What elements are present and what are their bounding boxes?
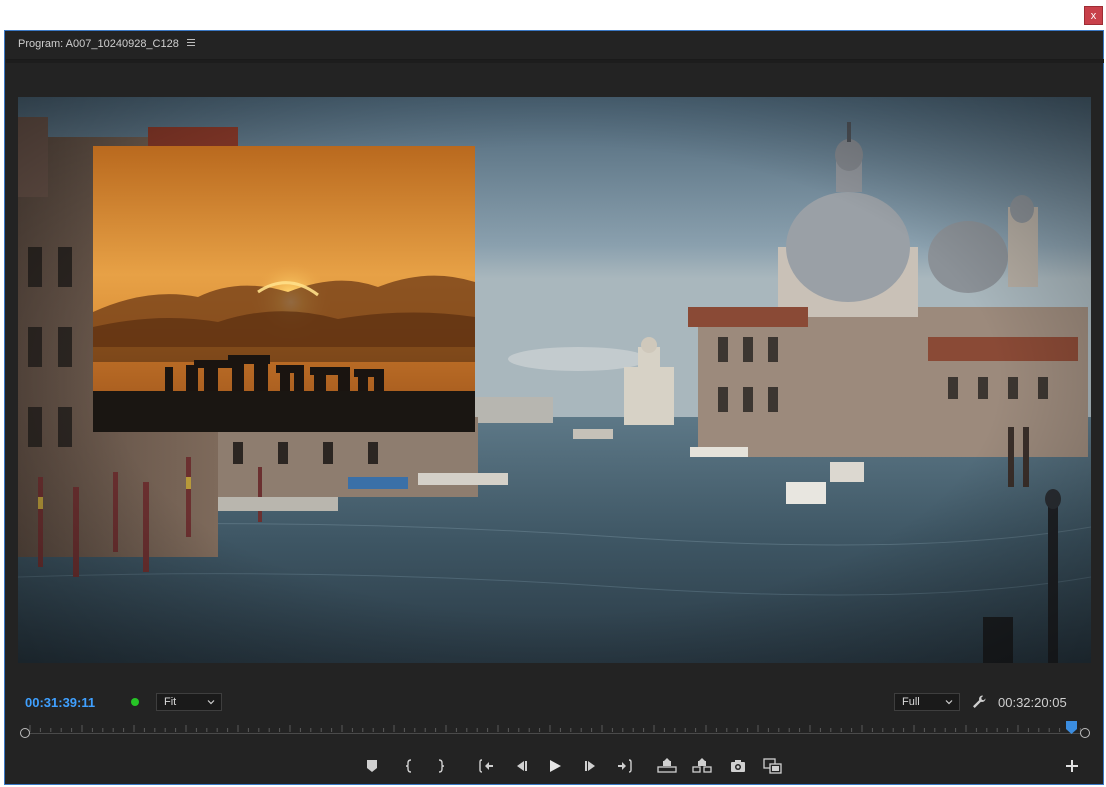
panel-header: Program: A007_10240928_C128 bbox=[5, 31, 1103, 59]
comparison-view-button[interactable] bbox=[762, 756, 784, 776]
overlay-video-image bbox=[93, 146, 475, 432]
duration-timecode: 00:32:20:05 bbox=[998, 695, 1067, 710]
resolution-value: Full bbox=[902, 696, 920, 708]
marker-icon bbox=[367, 760, 377, 772]
panel-title[interactable]: Program: A007_10240928_C128 bbox=[18, 38, 179, 50]
status-indicator bbox=[131, 698, 139, 706]
lift-button[interactable] bbox=[656, 756, 678, 776]
step-forward-icon bbox=[585, 761, 595, 771]
go-to-in-icon bbox=[479, 759, 493, 773]
camera-icon bbox=[731, 760, 745, 772]
venice-frame-image bbox=[18, 97, 1091, 663]
go-to-in-button[interactable] bbox=[475, 756, 497, 776]
extract-button[interactable] bbox=[691, 756, 713, 776]
step-back-icon bbox=[517, 761, 527, 771]
lift-icon bbox=[657, 758, 677, 773]
time-ruler[interactable] bbox=[20, 721, 1090, 738]
export-frame-button[interactable] bbox=[727, 756, 749, 776]
go-to-out-icon bbox=[618, 759, 632, 773]
mark-out-icon bbox=[438, 759, 445, 773]
program-monitor-panel: Program: A007_10240928_C128 00:31:39:11 … bbox=[4, 30, 1104, 785]
program-viewer[interactable] bbox=[18, 97, 1091, 663]
mark-in-icon bbox=[405, 759, 412, 773]
chevron-down-icon bbox=[207, 700, 215, 705]
close-button[interactable]: x bbox=[1084, 6, 1103, 25]
transport-controls bbox=[5, 754, 1103, 778]
ruler-baseline bbox=[24, 733, 1087, 734]
play-icon bbox=[550, 760, 561, 772]
mark-in-button[interactable] bbox=[398, 756, 420, 776]
plus-icon bbox=[1066, 760, 1078, 772]
step-forward-button[interactable] bbox=[580, 756, 602, 776]
zoom-level-select[interactable]: Fit bbox=[156, 693, 222, 711]
hamburger-menu-icon[interactable] bbox=[187, 37, 197, 47]
playback-resolution-select[interactable]: Full bbox=[894, 693, 960, 711]
ruler-ticks bbox=[29, 725, 1081, 732]
mark-out-button[interactable] bbox=[430, 756, 452, 776]
wrench-icon[interactable] bbox=[971, 694, 987, 710]
chevron-down-icon bbox=[945, 700, 953, 705]
in-point-handle[interactable] bbox=[20, 728, 30, 738]
out-point-handle[interactable] bbox=[1080, 728, 1090, 738]
tab-underline bbox=[6, 60, 1104, 63]
playhead-timecode[interactable]: 00:31:39:11 bbox=[25, 695, 95, 710]
add-marker-button[interactable] bbox=[361, 756, 383, 776]
button-editor-button[interactable] bbox=[1061, 756, 1083, 776]
go-to-out-button[interactable] bbox=[614, 756, 636, 776]
comparison-view-icon bbox=[763, 758, 782, 774]
step-back-button[interactable] bbox=[510, 756, 532, 776]
zoom-level-value: Fit bbox=[164, 696, 177, 708]
playhead-marker[interactable] bbox=[1066, 721, 1078, 735]
monitor-controls-row: 00:31:39:11 Fit Full 00:32:20:05 bbox=[5, 691, 1103, 715]
extract-icon bbox=[692, 758, 712, 773]
window-titlebar: x bbox=[0, 0, 1106, 30]
play-button[interactable] bbox=[544, 756, 566, 776]
